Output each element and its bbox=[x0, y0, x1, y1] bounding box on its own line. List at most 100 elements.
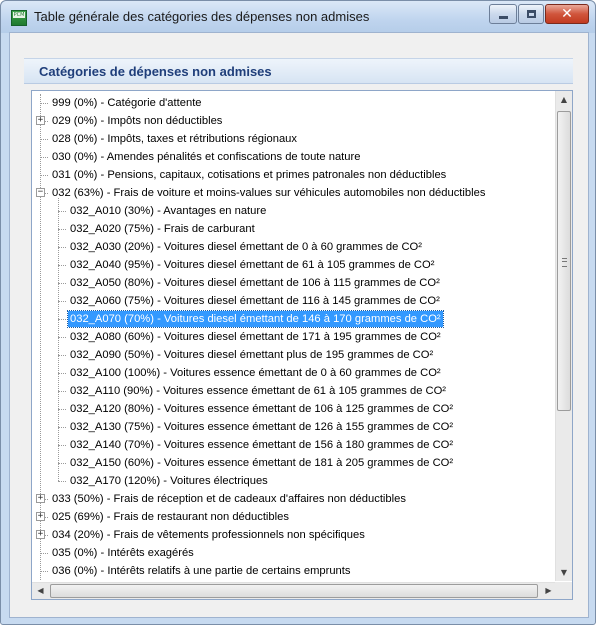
expand-icon[interactable]: + bbox=[36, 116, 45, 125]
tree-node-label: 025 (69%) - Frais de restaurant non dédu… bbox=[52, 511, 289, 523]
vertical-scrollbar[interactable]: ▲ ▼ bbox=[555, 91, 572, 581]
tree-node[interactable]: 035 (0%) - Intérêts exagérés bbox=[32, 544, 557, 562]
tree-child-node[interactable]: 032_A010 (30%) - Avantages en nature bbox=[32, 202, 557, 220]
tree-node-label: 036 (0%) - Intérêts relatifs à une parti… bbox=[52, 565, 351, 577]
minimize-button[interactable] bbox=[489, 4, 517, 24]
tree-connector bbox=[58, 301, 66, 302]
tree-child-node[interactable]: 032_A090 (50%) - Voitures diesel émettan… bbox=[32, 346, 557, 364]
expand-icon[interactable]: + bbox=[36, 512, 45, 521]
tree-child-node[interactable]: 032_A130 (75%) - Voitures essence émetta… bbox=[32, 418, 557, 436]
tree-child-node[interactable]: 032_A080 (60%) - Voitures diesel émettan… bbox=[32, 328, 557, 346]
tree-child-node[interactable]: 032_A040 (95%) - Voitures diesel émettan… bbox=[32, 256, 557, 274]
tree-child-node[interactable]: 032_A050 (80%) - Voitures diesel émettan… bbox=[32, 274, 557, 292]
tree-node[interactable]: 999 (0%) - Catégorie d'attente bbox=[32, 94, 557, 112]
tree-node[interactable]: 031 (0%) - Pensions, capitaux, cotisatio… bbox=[32, 166, 557, 184]
close-button[interactable]: ✕ bbox=[545, 4, 589, 24]
tree-node-label: 032_A150 (60%) - Voitures essence émetta… bbox=[70, 457, 454, 469]
tree-node[interactable]: +033 (50%) - Frais de réception et de ca… bbox=[32, 490, 557, 508]
tree-node-label: 032 (63%) - Frais de voiture et moins-va… bbox=[52, 187, 486, 199]
horizontal-scroll-thumb[interactable] bbox=[50, 584, 538, 598]
tree-node[interactable]: +025 (69%) - Frais de restaurant non déd… bbox=[32, 508, 557, 526]
tree-node-label: 034 (20%) - Frais de vêtements professio… bbox=[52, 529, 365, 541]
tree-node-label: 031 (0%) - Pensions, capitaux, cotisatio… bbox=[52, 169, 447, 181]
tree-node-label: 029 (0%) - Impôts non déductibles bbox=[52, 115, 223, 127]
minimize-icon bbox=[499, 16, 508, 19]
tree-child-node[interactable]: 032_A070 (70%) - Voitures diesel émettan… bbox=[32, 310, 557, 328]
app-icon-label: PCM bbox=[13, 12, 25, 18]
tree-node-label: 032_A120 (80%) - Voitures essence émetta… bbox=[70, 403, 454, 415]
expand-icon[interactable]: + bbox=[36, 530, 45, 539]
tree-node[interactable]: 036 (0%) - Intérêts relatifs à une parti… bbox=[32, 562, 557, 580]
tree-node-label: 999 (0%) - Catégorie d'attente bbox=[52, 97, 202, 109]
tree-connector bbox=[58, 229, 66, 230]
tree-connector bbox=[58, 463, 66, 464]
tree-node-label: 030 (0%) - Amendes pénalités et confisca… bbox=[52, 151, 361, 163]
tree-connector bbox=[58, 481, 66, 482]
scroll-left-icon[interactable]: ◀ bbox=[32, 583, 49, 599]
tree-connector bbox=[58, 409, 66, 410]
tree-connector bbox=[40, 103, 48, 104]
tree-connector bbox=[58, 355, 66, 356]
title-bar[interactable]: PCM Table générale des catégories des dé… bbox=[1, 1, 595, 33]
horizontal-scrollbar[interactable]: ◀ ▶ bbox=[32, 582, 557, 599]
vertical-scroll-thumb[interactable] bbox=[557, 111, 571, 411]
tree-node-label: 035 (0%) - Intérêts exagérés bbox=[52, 547, 194, 559]
maximize-button[interactable] bbox=[518, 4, 544, 24]
tree-child-node[interactable]: 032_A100 (100%) - Voitures essence émett… bbox=[32, 364, 557, 382]
tree-node-label: 032_A040 (95%) - Voitures diesel émettan… bbox=[70, 259, 435, 271]
tree-node-label: 032_A110 (90%) - Voitures essence émetta… bbox=[70, 385, 447, 397]
tree-node-label: 032_A130 (75%) - Voitures essence émetta… bbox=[70, 421, 454, 433]
tree-connector bbox=[40, 553, 48, 554]
tree-child-node[interactable]: 032_A110 (90%) - Voitures essence émetta… bbox=[32, 382, 557, 400]
section-header: Catégories de dépenses non admises bbox=[24, 58, 573, 84]
tree-node-label: 032_A100 (100%) - Voitures essence émett… bbox=[70, 367, 441, 379]
tree-child-node[interactable]: 032_A150 (60%) - Voitures essence émetta… bbox=[32, 454, 557, 472]
tree-child-node[interactable]: 032_A020 (75%) - Frais de carburant bbox=[32, 220, 557, 238]
dialog-window: PCM Table générale des catégories des dé… bbox=[0, 0, 596, 625]
tree-connector bbox=[40, 571, 48, 572]
tree-node-label: 032_A080 (60%) - Voitures diesel émettan… bbox=[70, 331, 441, 343]
tree-connector bbox=[40, 157, 48, 158]
window-title: Table générale des catégories des dépens… bbox=[34, 9, 370, 24]
tree-node[interactable]: +034 (20%) - Frais de vêtements professi… bbox=[32, 526, 557, 544]
tree-node-label: 033 (50%) - Frais de réception et de cad… bbox=[52, 493, 406, 505]
tree-node-label: 032_A020 (75%) - Frais de carburant bbox=[70, 223, 255, 235]
tree-connector bbox=[58, 319, 66, 320]
tree-node-label: 032_A010 (30%) - Avantages en nature bbox=[70, 205, 267, 217]
tree-node[interactable]: 030 (0%) - Amendes pénalités et confisca… bbox=[32, 148, 557, 166]
tree-child-node[interactable]: 032_A030 (20%) - Voitures diesel émettan… bbox=[32, 238, 557, 256]
tree-node-label: 028 (0%) - Impôts, taxes et rétributions… bbox=[52, 133, 297, 145]
collapse-icon[interactable]: − bbox=[36, 188, 45, 197]
grip-icon bbox=[562, 258, 567, 267]
tree-node-label: 032_A090 (50%) - Voitures diesel émettan… bbox=[70, 349, 434, 361]
tree-node-label: 032_A140 (70%) - Voitures essence émetta… bbox=[70, 439, 454, 451]
section-header-title: Catégories de dépenses non admises bbox=[39, 64, 272, 79]
tree-node-label: 032_A050 (80%) - Voitures diesel émettan… bbox=[70, 277, 440, 289]
tree-node[interactable]: −032 (63%) - Frais de voiture et moins-v… bbox=[32, 184, 557, 202]
tree-child-node[interactable]: 032_A140 (70%) - Voitures essence émetta… bbox=[32, 436, 557, 454]
tree-connector bbox=[58, 373, 66, 374]
close-icon: ✕ bbox=[561, 6, 573, 22]
tree-connector bbox=[40, 139, 48, 140]
tree-rows: 999 (0%) - Catégorie d'attente +029 (0%) … bbox=[32, 91, 557, 581]
tree-connector bbox=[58, 427, 66, 428]
tree-connector bbox=[40, 175, 48, 176]
tree-node-label: 032_A030 (20%) - Voitures diesel émettan… bbox=[70, 241, 422, 253]
tree-node[interactable]: +029 (0%) - Impôts non déductibles bbox=[32, 112, 557, 130]
tree-node-label: 032_A060 (75%) - Voitures diesel émettan… bbox=[70, 295, 440, 307]
maximize-icon bbox=[527, 10, 536, 18]
tree-connector bbox=[58, 391, 66, 392]
tree-child-node[interactable]: 032_A120 (80%) - Voitures essence émetta… bbox=[32, 400, 557, 418]
tree-connector bbox=[58, 265, 66, 266]
scroll-down-icon[interactable]: ▼ bbox=[556, 564, 572, 581]
app-icon: PCM bbox=[11, 10, 27, 26]
tree-child-node[interactable]: 032_A060 (75%) - Voitures diesel émettan… bbox=[32, 292, 557, 310]
tree-node[interactable]: 028 (0%) - Impôts, taxes et rétributions… bbox=[32, 130, 557, 148]
tree-node-label: 032_A070 (70%) - Voitures diesel émettan… bbox=[67, 310, 444, 328]
tree-node-label: 032_A170 (120%) - Voitures électriques bbox=[70, 475, 268, 487]
scroll-up-icon[interactable]: ▲ bbox=[556, 91, 572, 108]
tree-connector bbox=[58, 337, 66, 338]
category-tree[interactable]: 999 (0%) - Catégorie d'attente +029 (0%) … bbox=[31, 90, 573, 600]
expand-icon[interactable]: + bbox=[36, 494, 45, 503]
tree-child-node[interactable]: 032_A170 (120%) - Voitures électriques bbox=[32, 472, 557, 490]
